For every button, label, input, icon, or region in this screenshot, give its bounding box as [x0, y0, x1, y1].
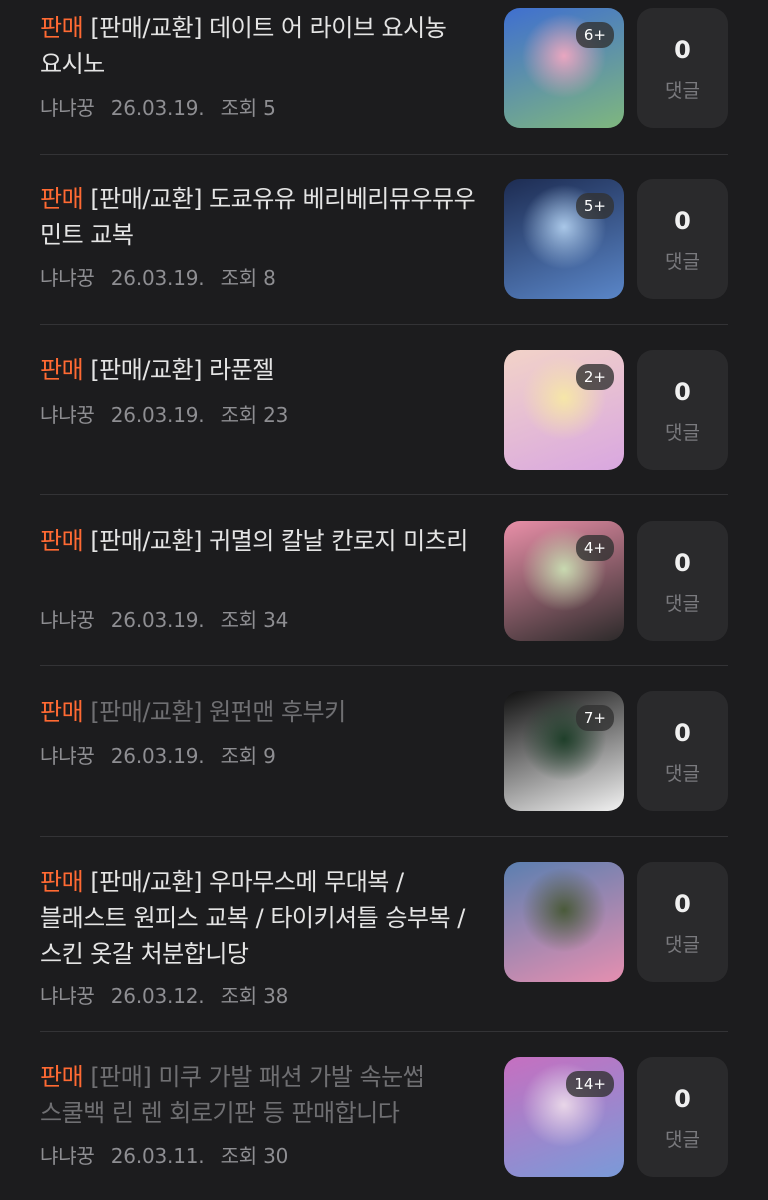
- view-count: 조회 23: [220, 403, 289, 427]
- post-list: 판매 [판매/교환] 데이트 어 라이브 요시농 요시노 냐냐꿍 26.03.1…: [0, 0, 768, 1200]
- title-text: 귀멸의 칼날 칸로지 미츠리: [209, 527, 468, 555]
- image-count-badge: 2+: [575, 364, 614, 390]
- comment-count: 0: [674, 378, 691, 406]
- post-title[interactable]: 판매 [판매/교환] 데이트 어 라이브 요시농 요시노: [40, 10, 480, 82]
- post-meta: 냐냐꿍 26.03.19. 조회 8: [40, 262, 286, 291]
- image-count-badge: 6+: [575, 22, 614, 48]
- sale-tag: 판매: [40, 1063, 84, 1091]
- comment-label: 댓글: [665, 934, 700, 956]
- sale-tag: 판매: [40, 698, 84, 726]
- category-label: [판매/교환]: [90, 868, 202, 896]
- category-label: [판매/교환]: [90, 356, 202, 384]
- image-count-badge: 14+: [566, 1071, 614, 1097]
- post-meta: 냐냐꿍 26.03.12. 조회 38: [40, 980, 298, 1009]
- comment-label: 댓글: [665, 251, 700, 273]
- comment-count-box[interactable]: 0 댓글: [637, 521, 728, 641]
- sale-tag: 판매: [40, 527, 84, 555]
- view-count: 조회 9: [220, 744, 276, 768]
- list-item[interactable]: 판매 [판매/교환] 원펀맨 후부키 냐냐꿍 26.03.19. 조회 9 7+…: [40, 666, 728, 837]
- author-name: 냐냐꿍: [40, 266, 95, 290]
- view-count: 조회 5: [220, 96, 276, 120]
- post-title[interactable]: 판매 [판매/교환] 도쿄유유 베리베리뮤우뮤우 민트 교복: [40, 181, 480, 253]
- post-title[interactable]: 판매 [판매/교환] 우마무스메 무대복 / 블래스트 원피스 교복 / 타이키…: [40, 864, 480, 972]
- view-count: 조회 38: [220, 984, 289, 1008]
- comment-count-box[interactable]: 0 댓글: [637, 862, 728, 982]
- post-thumbnail[interactable]: 7+: [504, 691, 624, 811]
- sale-tag: 판매: [40, 868, 84, 896]
- list-item[interactable]: 판매 [판매/교환] 데이트 어 라이브 요시농 요시노 냐냐꿍 26.03.1…: [40, 0, 728, 155]
- sale-tag: 판매: [40, 14, 84, 42]
- comment-count-box[interactable]: 0 댓글: [637, 691, 728, 811]
- comment-count: 0: [674, 549, 691, 577]
- author-name: 냐냐꿍: [40, 608, 95, 632]
- author-name: 냐냐꿍: [40, 96, 95, 120]
- sale-tag: 판매: [40, 356, 84, 384]
- comment-count: 0: [674, 719, 691, 747]
- author-name: 냐냐꿍: [40, 1144, 95, 1168]
- comment-count: 0: [674, 36, 691, 64]
- category-label: [판매/교환]: [90, 14, 202, 42]
- post-meta: 냐냐꿍 26.03.19. 조회 9: [40, 740, 286, 769]
- comment-count: 0: [674, 890, 691, 918]
- comment-label: 댓글: [665, 80, 700, 102]
- post-title[interactable]: 판매 [판매/교환] 귀멸의 칼날 칸로지 미츠리: [40, 523, 480, 559]
- post-date: 26.03.19.: [110, 96, 205, 120]
- post-date: 26.03.12.: [110, 984, 205, 1008]
- post-thumbnail[interactable]: 4+: [504, 521, 624, 641]
- comment-label: 댓글: [665, 1129, 700, 1151]
- comment-count: 0: [674, 1085, 691, 1113]
- post-meta: 냐냐꿍 26.03.19. 조회 34: [40, 604, 298, 633]
- image-count-badge: 7+: [575, 705, 614, 731]
- title-text: 라푼젤: [209, 356, 274, 384]
- category-label: [판매/교환]: [90, 527, 202, 555]
- comment-count-box[interactable]: 0 댓글: [637, 350, 728, 470]
- post-thumbnail[interactable]: 6+: [504, 8, 624, 128]
- comment-label: 댓글: [665, 422, 700, 444]
- comment-label: 댓글: [665, 593, 700, 615]
- image-count-badge: 4+: [575, 535, 614, 561]
- post-thumbnail[interactable]: 5+: [504, 179, 624, 299]
- comment-count: 0: [674, 207, 691, 235]
- view-count: 조회 8: [220, 266, 276, 290]
- list-item[interactable]: 판매 [판매/교환] 우마무스메 무대복 / 블래스트 원피스 교복 / 타이키…: [40, 837, 728, 1032]
- category-label: [판매]: [90, 1063, 152, 1091]
- comment-count-box[interactable]: 0 댓글: [637, 179, 728, 299]
- category-label: [판매/교환]: [90, 698, 202, 726]
- comment-label: 댓글: [665, 763, 700, 785]
- post-title[interactable]: 판매 [판매] 미쿠 가발 패션 가발 속눈썹 스쿨백 린 렌 회로기판 등 판…: [40, 1059, 480, 1131]
- post-title[interactable]: 판매 [판매/교환] 원펀맨 후부키: [40, 694, 480, 730]
- post-thumbnail[interactable]: [504, 862, 624, 982]
- post-thumbnail[interactable]: 2+: [504, 350, 624, 470]
- author-name: 냐냐꿍: [40, 403, 95, 427]
- post-meta: 냐냐꿍 26.03.19. 조회 23: [40, 399, 298, 428]
- list-item[interactable]: 판매 [판매/교환] 라푼젤 냐냐꿍 26.03.19. 조회 23 2+ 0 …: [40, 325, 728, 495]
- comment-count-box[interactable]: 0 댓글: [637, 8, 728, 128]
- image-count-badge: 5+: [575, 193, 614, 219]
- view-count: 조회 30: [220, 1144, 289, 1168]
- post-date: 26.03.19.: [110, 608, 205, 632]
- post-title[interactable]: 판매 [판매/교환] 라푼젤: [40, 352, 480, 388]
- post-date: 26.03.19.: [110, 403, 205, 427]
- title-text: 원펀맨 후부키: [209, 698, 346, 726]
- view-count: 조회 34: [220, 608, 289, 632]
- post-date: 26.03.19.: [110, 744, 205, 768]
- sale-tag: 판매: [40, 185, 84, 213]
- author-name: 냐냐꿍: [40, 744, 95, 768]
- author-name: 냐냐꿍: [40, 984, 95, 1008]
- post-date: 26.03.11.: [110, 1144, 205, 1168]
- post-date: 26.03.19.: [110, 266, 205, 290]
- post-meta: 냐냐꿍 26.03.19. 조회 5: [40, 92, 286, 121]
- list-item[interactable]: 판매 [판매/교환] 도쿄유유 베리베리뮤우뮤우 민트 교복 냐냐꿍 26.03…: [40, 155, 728, 325]
- post-thumbnail[interactable]: 14+: [504, 1057, 624, 1177]
- category-label: [판매/교환]: [90, 185, 202, 213]
- post-meta: 냐냐꿍 26.03.11. 조회 30: [40, 1140, 298, 1169]
- comment-count-box[interactable]: 0 댓글: [637, 1057, 728, 1177]
- list-item[interactable]: 판매 [판매] 미쿠 가발 패션 가발 속눈썹 스쿨백 린 렌 회로기판 등 판…: [40, 1032, 728, 1200]
- list-item[interactable]: 판매 [판매/교환] 귀멸의 칼날 칸로지 미츠리 냐냐꿍 26.03.19. …: [40, 495, 728, 666]
